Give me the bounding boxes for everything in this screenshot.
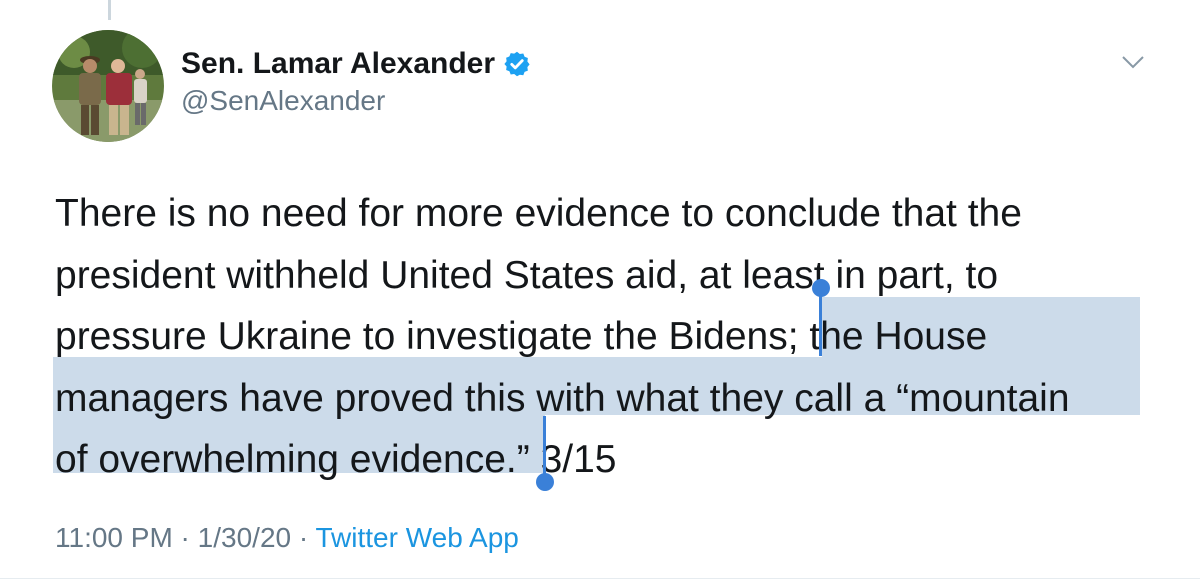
author-display-name[interactable]: Sen. Lamar Alexander [181, 46, 531, 82]
selection-start-cursor [819, 290, 822, 356]
author-name-text: Sen. Lamar Alexander [181, 47, 496, 80]
thread-connector-line [108, 0, 111, 20]
avatar-photo [52, 30, 164, 142]
tweet-text-line: of overwhelming evidence.” 3/15 [55, 429, 1155, 491]
tweet-text-line: president withheld United States aid, at… [55, 253, 999, 297]
tweet-text-line: There is no need for more evidence to co… [55, 192, 1022, 235]
meta-separator: · [291, 522, 316, 553]
selection-end-cursor [543, 416, 546, 480]
avatar[interactable] [52, 30, 164, 142]
chevron-down-icon[interactable] [1120, 52, 1146, 72]
selected-text-segment: the House [809, 315, 988, 358]
verified-badge-icon [504, 51, 530, 77]
selection-end-handle[interactable] [536, 473, 554, 491]
tweet-text: There is no need for more evidence to co… [55, 183, 1155, 491]
tweet-metadata: 11:00 PM · 1/30/20 · Twitter Web App [55, 520, 519, 556]
tweet-text-line: managers have proved this with what they… [55, 376, 1070, 420]
tweet-source-link[interactable]: Twitter Web App [315, 522, 518, 553]
tweet-text-line: pressure Ukraine to investigate the Bide… [55, 306, 1155, 368]
author-handle[interactable]: @SenAlexander [181, 84, 385, 118]
tweet-text-segment: pressure Ukraine to investigate the Bide… [55, 315, 810, 358]
divider [0, 578, 1200, 579]
meta-separator: · [172, 522, 198, 553]
tweet-date[interactable]: 1/30/20 [198, 522, 291, 553]
tweet-time[interactable]: 11:00 PM [55, 522, 173, 553]
selected-text-segment: of overwhelming evidence.” [55, 438, 530, 481]
